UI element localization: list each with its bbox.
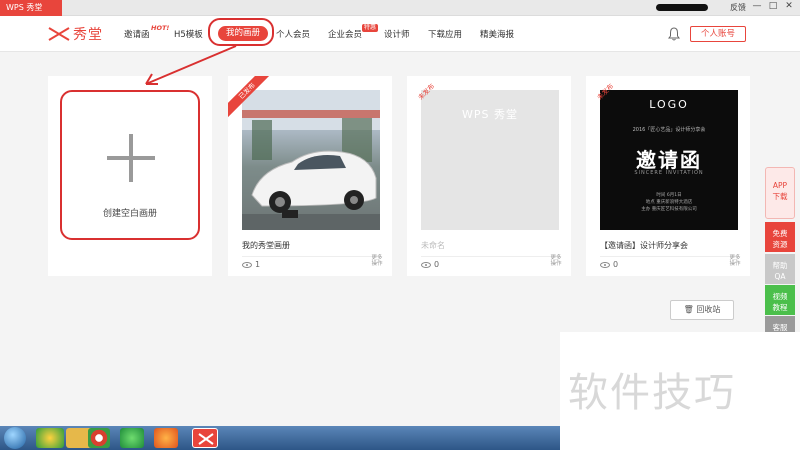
nav-designer[interactable]: 设计师	[384, 28, 410, 40]
eye-icon	[242, 261, 252, 268]
help-qa-button[interactable]: 帮助 QA	[765, 254, 795, 284]
browser-icon[interactable]	[120, 428, 144, 448]
more-actions-button[interactable]: 更多操作	[728, 255, 742, 267]
invite-subtitle: 2016「匠心艺品」设计师分享会	[632, 127, 706, 133]
plus-icon-bar	[107, 156, 155, 160]
album-card-2[interactable]: WPS 秀堂 未发布 未命名 0 更多操作	[407, 76, 571, 276]
media-center-icon[interactable]	[36, 428, 64, 448]
invite-english: SINCERE INVITATION	[634, 170, 704, 176]
app-download-button[interactable]: APP 下载	[765, 167, 795, 219]
video-tutorial-button[interactable]: 视频 教程	[765, 285, 795, 315]
tejia-badge: 特惠	[362, 24, 379, 32]
status-ribbon-unpublished: 未发布	[416, 82, 437, 102]
album-title[interactable]: 我的秀堂画册	[242, 240, 290, 251]
recycle-bin-button[interactable]: 🗑 回收站	[670, 300, 734, 320]
view-count: 1	[242, 260, 260, 269]
chrome-icon[interactable]	[88, 428, 110, 448]
create-blank-album-card[interactable]: 创建空白画册	[48, 76, 212, 276]
logo-icon	[48, 27, 70, 41]
eye-icon	[421, 261, 431, 268]
more-actions-button[interactable]: 更多操作	[370, 255, 384, 267]
invite-main-title: 邀请函	[636, 148, 702, 172]
nav-download-app[interactable]: 下载应用	[428, 28, 462, 40]
title-bar: WPS 秀堂 反馈 — □ ✕	[0, 0, 800, 16]
close-icon[interactable]: ✕	[782, 1, 796, 11]
logo-text: 秀堂	[73, 27, 103, 43]
album-card-1[interactable]: 已发布 我的秀堂画册 1 更多操作	[228, 76, 392, 276]
more-actions-button[interactable]: 更多操作	[549, 255, 563, 267]
nav-invitation[interactable]: 邀请函	[124, 28, 150, 40]
firefox-icon[interactable]	[154, 428, 178, 448]
windows-taskbar	[0, 426, 560, 450]
nav-enterprise-vip[interactable]: 企业会员	[328, 28, 362, 40]
nav-h5-templates[interactable]: H5模板	[174, 28, 203, 40]
view-count: 0	[600, 260, 618, 269]
free-resources-button[interactable]: 免费 资源	[765, 222, 795, 252]
nav-personal-vip[interactable]: 个人会员	[276, 28, 310, 40]
redacted-username	[656, 4, 708, 11]
feedback-link[interactable]: 反馈	[730, 2, 746, 13]
album-title[interactable]: 未命名	[421, 240, 445, 251]
bell-icon[interactable]	[668, 27, 680, 41]
wps-xiutang-taskbar-icon[interactable]	[192, 428, 218, 448]
hot-badge: HOT!	[151, 24, 170, 32]
view-count: 0	[421, 260, 439, 269]
invite-info: 时间 6月1日 地点 重庆新浪特大酒店 主办 重庆匠艺科技有限公司	[641, 193, 697, 212]
annotation-ellipse-nav	[208, 18, 274, 46]
status-ribbon-unpublished: 未发布	[595, 82, 616, 102]
xiutang-logo[interactable]: 秀堂	[48, 24, 103, 44]
album-card-3[interactable]: LOGO 2016「匠心艺品」设计师分享会 邀请函 SINCERE INVITA…	[586, 76, 750, 276]
nav-posters[interactable]: 精美海报	[480, 28, 514, 40]
watermark-text: 软件技巧	[568, 370, 736, 416]
app-title-tab[interactable]: WPS 秀堂	[0, 0, 62, 16]
status-ribbon-published: 已发布	[228, 76, 274, 122]
maximize-icon[interactable]: □	[766, 1, 780, 11]
top-nav: 秀堂 邀请函 HOT! H5模板 我的画册 个人会员 企业会员 特惠 设计师 下…	[0, 16, 800, 52]
album-title[interactable]: 【邀请函】设计师分享会	[600, 240, 688, 251]
start-menu-icon[interactable]	[4, 427, 26, 449]
account-button[interactable]: 个人账号	[690, 26, 746, 42]
eye-icon	[600, 261, 610, 268]
create-blank-album-label: 创建空白画册	[102, 209, 157, 219]
trash-icon: 🗑	[683, 305, 694, 314]
minimize-icon[interactable]: —	[750, 1, 764, 11]
